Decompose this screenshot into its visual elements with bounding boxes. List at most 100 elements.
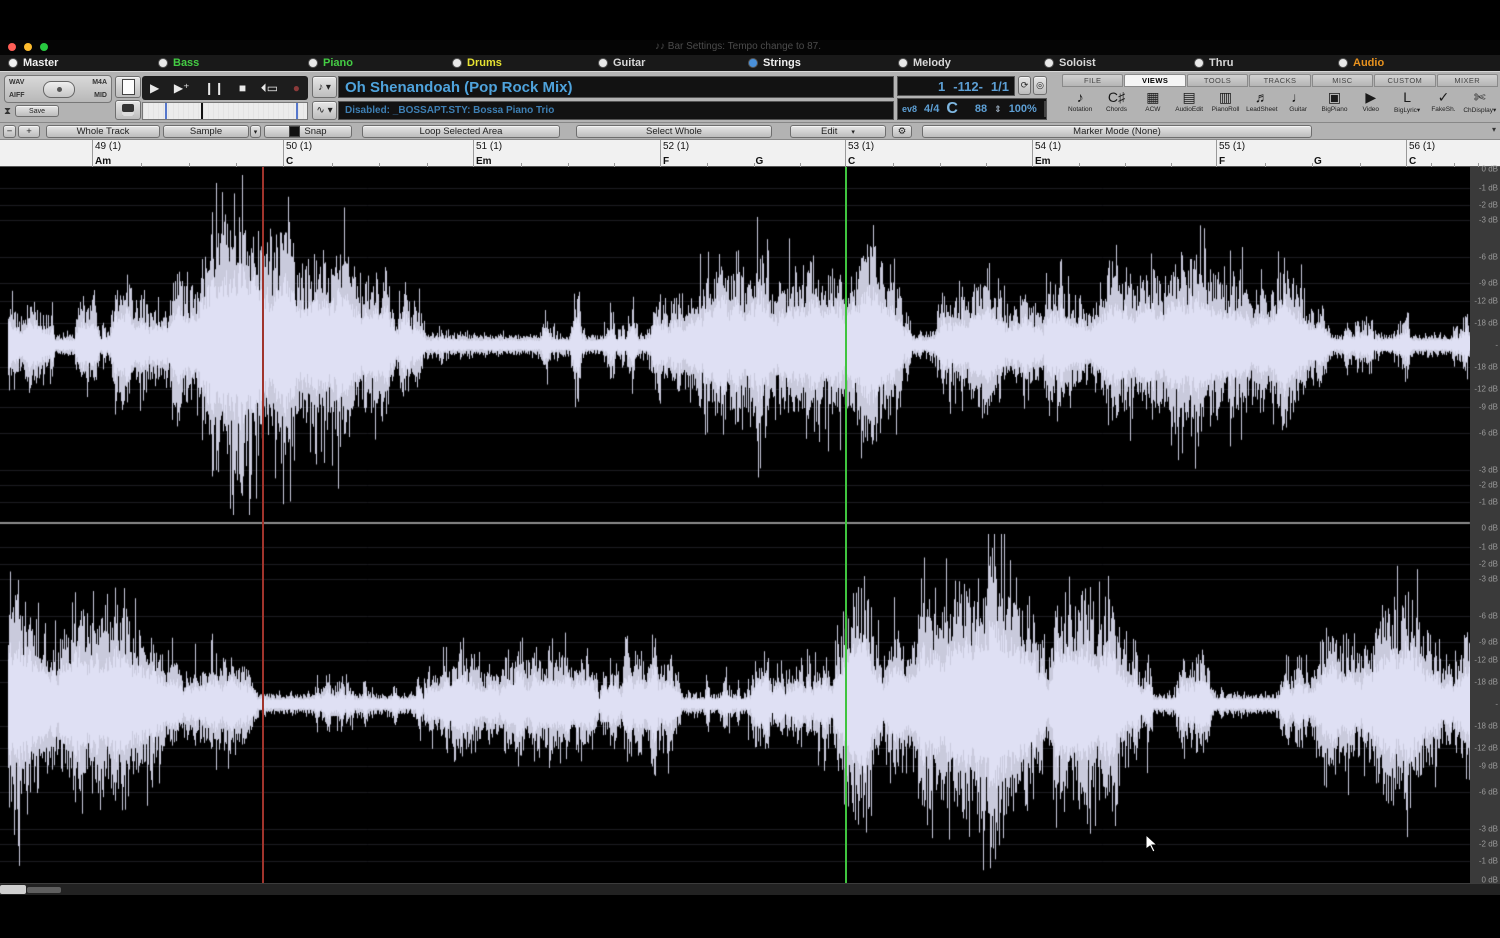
fake-sheet-button[interactable]: ✓FakeSh. <box>1425 88 1461 122</box>
ribbon-icon-label: ChDisplay▾ <box>1463 106 1496 114</box>
db-tick-label: -1 dB <box>1479 497 1498 506</box>
stop-button[interactable]: ■ <box>239 82 246 94</box>
render-button[interactable] <box>43 81 75 98</box>
volume-spinner-icon[interactable] <box>1044 101 1046 117</box>
big-lyrics-button[interactable]: LBigLyric▾ <box>1389 88 1425 122</box>
select-whole-button[interactable]: Select Whole <box>576 125 772 138</box>
timeline-bar-cell[interactable]: 52 (1)FG <box>660 140 845 167</box>
play-special-button[interactable]: ▶⁺ <box>174 82 190 94</box>
close-window-button[interactable] <box>8 43 16 51</box>
whole-track-button[interactable]: Whole Track <box>46 125 160 138</box>
master-volume-display[interactable]: 100% <box>1009 103 1037 115</box>
piano-roll-button[interactable]: ▥PianoRoll <box>1207 88 1243 122</box>
track-button-piano[interactable]: Piano <box>308 56 353 70</box>
ribbon-tab-file[interactable]: FILE <box>1062 74 1123 87</box>
marker-mode-dropdown[interactable]: Marker Mode (None) <box>922 125 1312 138</box>
ribbon-panel: FILEVIEWSTOOLSTRACKSMISCCUSTOMMIXER ♪Not… <box>1060 72 1500 123</box>
snap-toggle[interactable]: Snap <box>264 125 352 138</box>
ribbon-tab-views[interactable]: VIEWS <box>1124 74 1185 87</box>
minimize-window-button[interactable] <box>24 43 32 51</box>
timeline-bar-cell[interactable]: 51 (1)Em <box>473 140 660 167</box>
tempo-spinner[interactable]: ⇕ <box>994 104 1002 115</box>
time-signature-display[interactable]: 4/4 <box>924 103 939 115</box>
track-button-strings[interactable]: Strings <box>748 56 801 70</box>
new-song-button[interactable] <box>115 76 141 98</box>
format-aiff-label[interactable]: AIFF <box>9 92 25 99</box>
timeline-bar-cell[interactable]: 56 (1)C <box>1406 140 1500 167</box>
scrollbar-thumb[interactable] <box>0 885 26 894</box>
position-marker <box>201 103 203 119</box>
loop-button[interactable]: ⟳ <box>1018 76 1031 95</box>
style-dropdown-button[interactable]: ∿ ▾ <box>312 101 337 120</box>
db-tick-label: 0 dB <box>1482 524 1498 533</box>
chorus-display[interactable]: 1/1 <box>991 79 1009 94</box>
track-button-audio[interactable]: Audio <box>1338 56 1384 70</box>
track-radio-icon <box>598 58 608 68</box>
format-m4a-label[interactable]: M4A <box>92 79 107 86</box>
track-button-bass[interactable]: Bass <box>158 56 199 70</box>
bar-range-display[interactable]: -112- <box>953 79 983 94</box>
toolbar-overflow-arrow[interactable]: ▾ <box>1492 125 1496 138</box>
notation-icon: ♪ <box>1077 88 1084 106</box>
track-button-thru[interactable]: Thru <box>1194 56 1233 70</box>
zoom-window-button[interactable] <box>40 43 48 51</box>
format-wav-label[interactable]: WAV <box>9 79 24 86</box>
play-button[interactable]: ▶ <box>150 82 159 94</box>
guitar-button[interactable]: ♩Guitar <box>1280 88 1316 122</box>
ch-display-button[interactable]: ✄ChDisplay▾ <box>1462 88 1498 122</box>
bar-number: 56 (1) <box>1409 141 1435 152</box>
ribbon-tab-custom[interactable]: CUSTOM <box>1374 74 1435 87</box>
track-button-master[interactable]: Master <box>8 56 58 70</box>
video-button[interactable]: ▶Video <box>1353 88 1389 122</box>
snap-checkbox[interactable] <box>289 126 300 137</box>
lead-sheet-button[interactable]: ♬LeadSheet <box>1244 88 1280 122</box>
big-piano-button[interactable]: ▣BigPiano <box>1316 88 1352 122</box>
song-title[interactable]: Oh Shenandoah (Pop Rock Mix) <box>338 76 894 98</box>
acw-button[interactable]: ▦ACW <box>1135 88 1171 122</box>
timeline-bar-cell[interactable]: 54 (1)Em <box>1032 140 1216 167</box>
loop-selected-area-button[interactable]: Loop Selected Area <box>362 125 560 138</box>
track-button-drums[interactable]: Drums <box>452 56 502 70</box>
save-button[interactable]: Save <box>15 105 59 117</box>
chords-button[interactable]: C♯Chords <box>1098 88 1134 122</box>
save-song-button[interactable] <box>115 100 141 120</box>
record-button[interactable]: ● <box>293 82 300 94</box>
track-button-guitar[interactable]: Guitar <box>598 56 645 70</box>
sample-button[interactable]: Sample <box>163 125 249 138</box>
style-info[interactable]: Disabled: _BOSSAPT.STY: Bossa Piano Trio <box>338 101 894 120</box>
edit-menu-button[interactable]: Edit ▾ <box>790 125 886 138</box>
bar-timeline[interactable]: 49 (1)Am50 (1)C51 (1)Em52 (1)FG53 (1)C54… <box>0 140 1500 167</box>
zoom-in-button[interactable]: + <box>18 125 40 138</box>
db-tick-label: -2 dB <box>1479 480 1498 489</box>
play-from-bar-button[interactable]: ⏴▭ <box>261 82 278 94</box>
ribbon-tab-tracks[interactable]: TRACKS <box>1249 74 1310 87</box>
track-button-melody[interactable]: Melody <box>898 56 951 70</box>
ribbon-tab-tools[interactable]: TOOLS <box>1187 74 1248 87</box>
song-title-dropdown-button[interactable]: ♪ ▾ <box>312 76 337 98</box>
render-format-selector[interactable]: WAV M4A AIFF MID <box>4 75 112 103</box>
timeline-bar-cell[interactable]: 50 (1)C <box>283 140 473 167</box>
sample-dropdown-arrow[interactable]: ▾ <box>250 125 261 138</box>
audio-settings-button[interactable]: ⚙ <box>892 125 912 138</box>
ribbon-tab-misc[interactable]: MISC <box>1312 74 1373 87</box>
audio-edit-button[interactable]: ▤AudioEdit <box>1171 88 1207 122</box>
pause-button[interactable]: ❙❙ <box>204 82 224 94</box>
ribbon-tab-mixer[interactable]: MIXER <box>1437 74 1498 87</box>
zoom-out-button[interactable]: − <box>3 125 16 138</box>
track-button-soloist[interactable]: Soloist <box>1044 56 1096 70</box>
ribbon-icon-label: LeadSheet <box>1246 106 1277 113</box>
timeline-bar-cell[interactable]: 55 (1)FG <box>1216 140 1406 167</box>
timeline-bar-cell[interactable]: 49 (1)Am <box>92 140 283 167</box>
waveform-canvas[interactable] <box>0 167 1500 883</box>
timeline-bar-cell[interactable]: 53 (1)C <box>845 140 1032 167</box>
hold-button[interactable]: ◎ <box>1033 76 1047 95</box>
notation-button[interactable]: ♪Notation <box>1062 88 1098 122</box>
current-bar-display[interactable]: 1 <box>938 79 945 94</box>
format-mid-label[interactable]: MID <box>94 92 107 99</box>
tempo-display[interactable]: 88 <box>975 103 987 115</box>
key-display[interactable]: C <box>946 100 958 118</box>
song-position-strip[interactable] <box>142 102 308 120</box>
horizontal-scrollbar[interactable] <box>0 883 1500 895</box>
db-tick-label: -2 dB <box>1479 839 1498 848</box>
feel-display[interactable]: ev8 <box>902 104 917 114</box>
